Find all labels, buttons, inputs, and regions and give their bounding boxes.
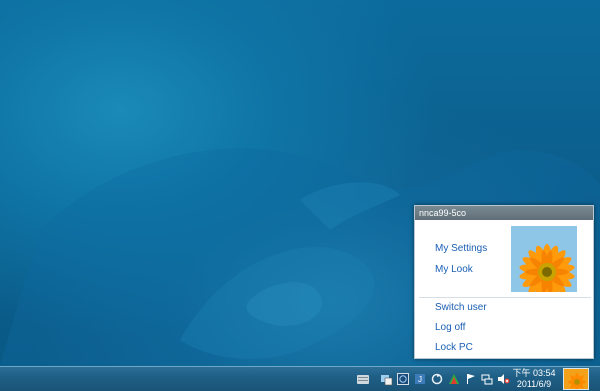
network-app-icon[interactable] [379, 372, 393, 386]
user-avatar-button[interactable] [563, 368, 589, 390]
keyboard-icon[interactable] [356, 372, 370, 386]
user-photo[interactable] [511, 226, 577, 292]
clock-time: 下午 03:54 [512, 368, 556, 378]
user-flyout: nnca99-5co My Settings My Look Switch us… [414, 205, 594, 359]
taskbar: J 下午 03:54 2011/6/9 [0, 366, 600, 391]
flower-avatar-icon [564, 369, 588, 389]
taskbar-clock[interactable]: 下午 03:54 2011/6/9 [512, 368, 556, 390]
svg-text:J: J [418, 375, 422, 384]
flag-icon[interactable] [464, 372, 478, 386]
sync-icon[interactable] [430, 372, 444, 386]
network-icon[interactable] [480, 372, 494, 386]
clock-date: 2011/6/9 [516, 379, 552, 389]
lock-pc-link[interactable]: Lock PC [435, 342, 473, 353]
flower-photo-icon [511, 226, 577, 292]
java-icon[interactable]: J [413, 372, 427, 386]
my-look-link[interactable]: My Look [435, 264, 473, 275]
log-off-link[interactable]: Log off [435, 322, 465, 333]
my-settings-link[interactable]: My Settings [435, 243, 487, 254]
flyout-username: nnca99-5co [415, 206, 593, 220]
clock-app-icon[interactable] [396, 372, 410, 386]
switch-user-link[interactable]: Switch user [435, 302, 487, 313]
app-tree-icon[interactable] [447, 372, 461, 386]
volume-muted-icon[interactable] [496, 372, 510, 386]
flyout-divider [419, 297, 591, 298]
